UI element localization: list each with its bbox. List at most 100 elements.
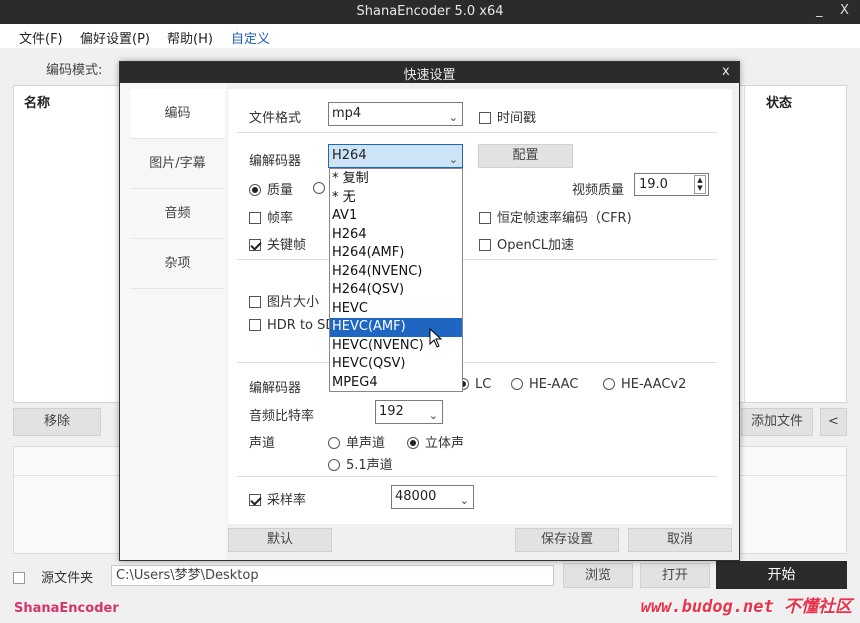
bitrate-radio[interactable] [313,182,325,194]
codec-select[interactable]: H264 ⌄ [328,144,463,168]
audio-codec-label: 编解码器 [249,381,302,396]
start-button[interactable]: 开始 [716,561,847,589]
surround-radio[interactable] [328,459,340,471]
quality-radio[interactable] [249,184,261,196]
hdr-option[interactable]: HDR to SD [249,318,335,333]
video-quality-value: 19.0 [639,177,668,192]
menu-help[interactable]: 帮助(H) [167,28,213,47]
remove-button[interactable]: 移除 [13,408,101,436]
quality-label: 质量 [267,183,294,198]
column-header-name[interactable]: 名称 [24,92,50,111]
codec-option-none[interactable]: * 无 [330,189,462,208]
stereo-radio[interactable] [407,437,419,449]
cfr-label: 恒定帧速率编码（CFR) [497,211,632,226]
codec-option-h264[interactable]: H264 [330,226,462,245]
hdr-checkbox[interactable] [249,319,261,331]
timestamp-option[interactable]: 时间戳 [479,107,536,126]
divider [237,259,717,260]
column-divider [744,86,745,402]
menu-preferences[interactable]: 偏好设置(P) [80,28,150,47]
tab-encode[interactable]: 编码 [130,89,225,139]
codec-option-hevc[interactable]: HEVC [330,300,462,319]
keyframe-label: 关键帧 [267,238,307,253]
keyframe-checkbox[interactable] [249,239,261,251]
he-aac-label: HE-AAC [529,377,579,392]
dialog-titlebar: 快速设置 x [120,62,739,83]
timestamp-checkbox[interactable] [479,112,491,124]
codec-option-h264-nvenc[interactable]: H264(NVENC) [330,263,462,282]
dialog-close-button[interactable]: x [722,64,730,79]
keyframe-option[interactable]: 关键帧 [249,234,306,253]
tab-audio[interactable]: 音频 [130,189,225,239]
codec-dropdown-list[interactable]: * 复制 * 无 AV1 H264 H264(AMF) H264(NVENC) … [329,168,463,392]
surround-option[interactable]: 5.1声道 [328,454,393,473]
he-aacv2-radio[interactable] [603,378,615,390]
stereo-option[interactable]: 立体声 [407,432,464,451]
minimize-button[interactable]: _ [816,3,823,18]
audio-bitrate-select[interactable]: 192 ⌄ [375,400,443,424]
codec-option-hevc-qsv[interactable]: HEVC(QSV) [330,355,462,374]
samplerate-checkbox[interactable] [249,494,261,506]
mono-option[interactable]: 单声道 [328,432,385,451]
codec-option-h264-amf[interactable]: H264(AMF) [330,244,462,263]
he-aac-option[interactable]: HE-AAC [511,377,578,392]
source-path-field[interactable]: C:\Users\梦梦\Desktop [111,565,554,586]
tab-misc[interactable]: 杂项 [130,239,225,289]
codec-option-av1[interactable]: AV1 [330,207,462,226]
menu-custom[interactable]: 自定义 [231,28,270,47]
chevron-down-icon: ⌄ [459,494,469,507]
browse-button[interactable]: 浏览 [563,563,633,588]
framerate-option[interactable]: 帧率 [249,207,293,226]
codec-option-copy[interactable]: * 复制 [330,170,462,189]
open-button[interactable]: 打开 [640,563,710,588]
codec-option-h264-qsv[interactable]: H264(QSV) [330,281,462,300]
chevron-down-icon: ⌄ [428,409,438,422]
samplerate-select[interactable]: 48000 ⌄ [391,485,474,509]
default-button[interactable]: 默认 [228,528,332,552]
file-format-select[interactable]: mp4 ⌄ [328,102,463,126]
close-button[interactable]: X [840,3,849,18]
video-quality-spinner[interactable]: 19.0 ▲ ▼ [634,173,709,196]
opencl-option[interactable]: OpenCL加速 [479,234,574,253]
quality-option[interactable]: 质量 [249,179,293,198]
framerate-label: 帧率 [267,211,294,226]
mono-radio[interactable] [328,437,340,449]
save-settings-button[interactable]: 保存设置 [515,528,619,552]
app-titlebar: ShanaEncoder 5.0 x64 _ X [0,0,860,24]
config-button[interactable]: 配置 [478,144,573,168]
codec-value: H264 [332,148,367,163]
tab-image-subtitle[interactable]: 图片/字幕 [130,139,225,189]
menu-file[interactable]: 文件(F) [19,28,63,47]
source-folder-checkbox[interactable] [13,572,25,584]
cfr-option[interactable]: 恒定帧速率编码（CFR) [479,207,632,226]
opencl-checkbox[interactable] [479,239,491,251]
aac-lc-label: LC [475,377,492,392]
file-format-label: 文件格式 [249,111,302,126]
cancel-button[interactable]: 取消 [628,528,732,552]
dialog-title: 快速设置 [403,68,456,83]
image-size-checkbox[interactable] [249,296,261,308]
prev-button[interactable]: < [820,408,847,436]
app-title: ShanaEncoder 5.0 x64 [356,4,504,19]
file-format-value: mp4 [332,106,362,121]
mono-label: 单声道 [346,436,386,451]
he-aac-radio[interactable] [511,378,523,390]
image-size-option[interactable]: 图片大小 [249,291,319,310]
he-aacv2-label: HE-AACv2 [621,377,687,392]
add-file-button[interactable]: 添加文件 [741,408,813,436]
hdr-label: HDR to SD [267,318,336,333]
codec-option-mpeg4[interactable]: MPEG4 [330,374,462,393]
divider [237,476,717,477]
opencl-label: OpenCL加速 [497,238,575,253]
stereo-label: 立体声 [425,436,465,451]
column-header-status[interactable]: 状态 [766,92,792,111]
he-aacv2-option[interactable]: HE-AACv2 [603,377,686,392]
samplerate-value: 48000 [395,489,437,504]
video-quality-label: 视频质量 [572,183,625,198]
spin-arrows-icon[interactable]: ▲ ▼ [694,175,706,194]
cfr-checkbox[interactable] [479,212,491,224]
framerate-checkbox[interactable] [249,212,261,224]
samplerate-option[interactable]: 采样率 [249,489,306,508]
codec-label: 编解码器 [249,154,302,169]
watermark: www.budog.net 不懂社区 [640,597,852,617]
